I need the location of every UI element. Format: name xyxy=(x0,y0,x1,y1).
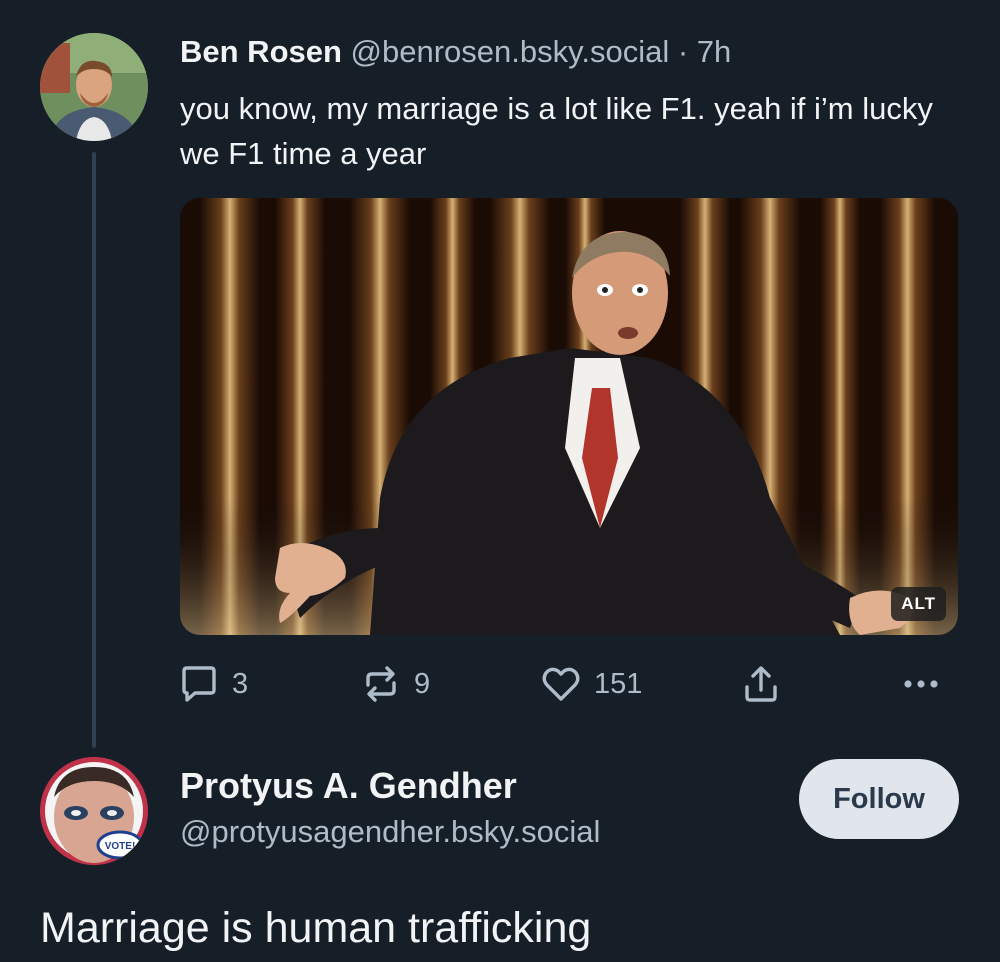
repost-arrows-icon xyxy=(366,666,396,702)
more-options-button[interactable] xyxy=(900,662,942,706)
share-button[interactable] xyxy=(740,662,782,706)
reply-author-avatar[interactable]: VOTE! xyxy=(40,757,148,865)
post-text: you know, my marriage is a lot like F1. … xyxy=(180,91,933,171)
post-header: Ben Rosen @benrosen.bsky.social · 7h xyxy=(180,32,731,72)
vote-sticker-text: VOTE! xyxy=(105,841,136,852)
author-handle[interactable]: @benrosen.bsky.social xyxy=(351,34,670,69)
feed-page: Ben Rosen @benrosen.bsky.social · 7h you… xyxy=(0,0,1000,962)
post-image[interactable]: ALT xyxy=(180,198,958,635)
repost-button[interactable]: 9 xyxy=(360,662,430,706)
post-actions-bar: 3 9 151 xyxy=(178,662,958,706)
alt-text-badge[interactable]: ALT xyxy=(891,587,946,621)
like-button[interactable]: 151 xyxy=(540,662,642,706)
reply-text: Marriage is human trafficking xyxy=(40,904,592,952)
reply-button[interactable]: 3 xyxy=(178,662,248,706)
speech-bubble-icon xyxy=(182,666,216,702)
avatar-photo: VOTE! xyxy=(40,757,148,865)
share-upload-icon xyxy=(745,666,777,702)
reply-author-name[interactable]: Protyus A. Gendher xyxy=(180,764,517,808)
author-avatar[interactable] xyxy=(40,33,148,141)
heart-icon xyxy=(542,667,580,701)
author-name[interactable]: Ben Rosen xyxy=(180,34,342,69)
separator-dot: · xyxy=(677,34,689,69)
image-content xyxy=(180,198,958,635)
post-timestamp[interactable]: 7h xyxy=(697,34,731,69)
avatar-photo xyxy=(40,33,148,141)
follow-button[interactable]: Follow xyxy=(799,759,959,839)
thread-connector-line xyxy=(92,152,96,748)
ellipsis-icon xyxy=(904,680,938,688)
like-count: 151 xyxy=(594,667,643,700)
reply-author-handle[interactable]: @protyusagendher.bsky.social xyxy=(180,812,600,852)
reply-count: 3 xyxy=(232,667,249,700)
repost-count: 9 xyxy=(414,667,431,700)
